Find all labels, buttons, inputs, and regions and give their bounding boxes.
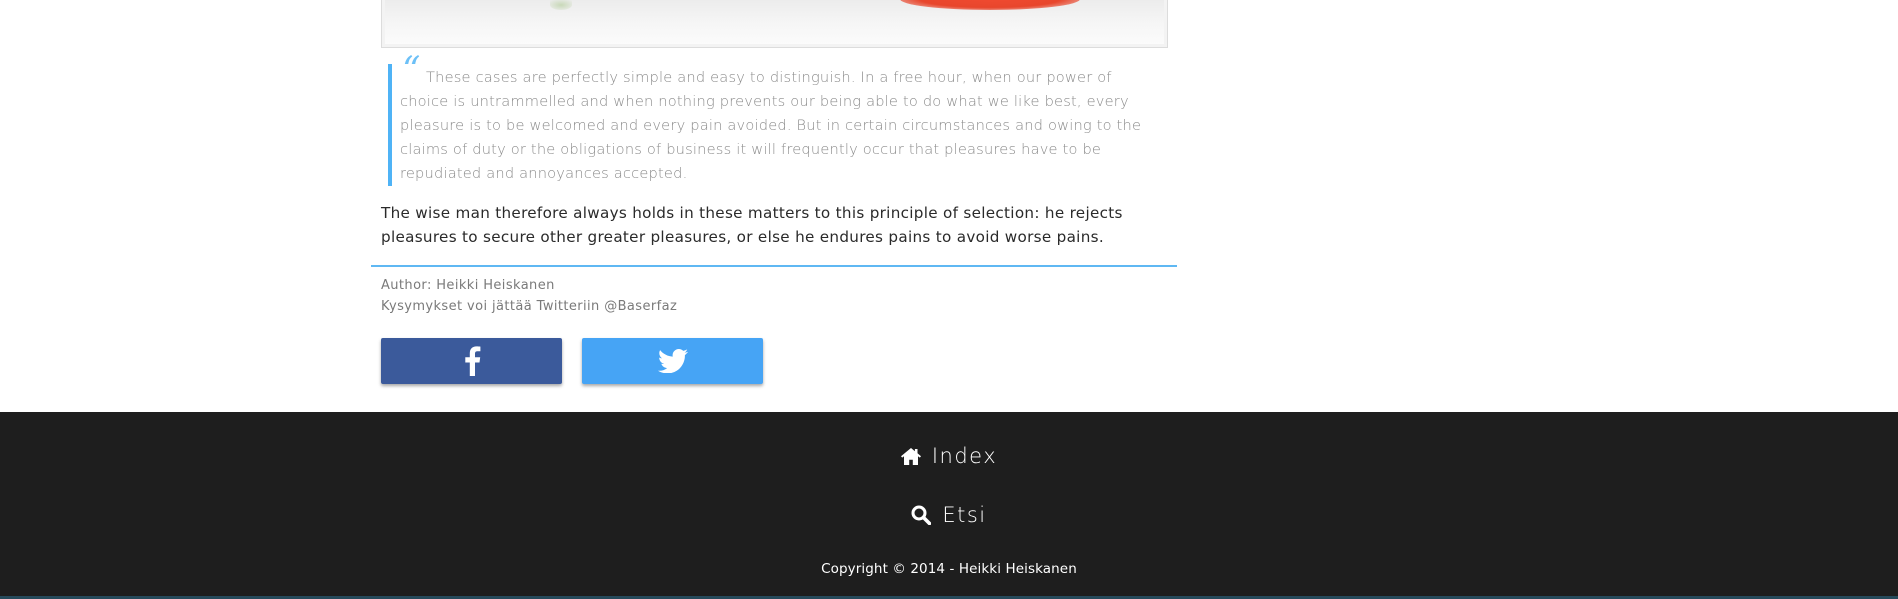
article: “ These cases are perfectly simple and e… xyxy=(371,0,1177,412)
footer-nav-index-label: Index xyxy=(931,444,998,468)
quote-text: These cases are perfectly simple and eas… xyxy=(400,69,1142,182)
facebook-share-button[interactable] xyxy=(381,338,562,384)
page: “ These cases are perfectly simple and e… xyxy=(0,0,1898,599)
image-detail-green xyxy=(550,0,572,10)
footer-nav-index[interactable]: Index xyxy=(0,439,1898,473)
blockquote: “ These cases are perfectly simple and e… xyxy=(388,53,1163,186)
image-detail-red xyxy=(900,0,1080,10)
footer-nav-search[interactable]: Etsi xyxy=(0,498,1898,532)
footer-nav-search-label: Etsi xyxy=(942,503,987,527)
home-icon xyxy=(900,447,921,465)
search-icon xyxy=(911,505,932,525)
divider xyxy=(371,265,1177,267)
twitter-icon xyxy=(657,349,688,373)
article-image xyxy=(381,0,1168,48)
footer: Index Etsi Copyright © 2014 - Heikki Hei… xyxy=(0,412,1898,599)
author-line: Author: Heikki Heiskanen xyxy=(381,278,555,293)
article-image-content xyxy=(385,0,1164,44)
facebook-icon xyxy=(463,346,481,376)
article-meta: Author: Heikki Heiskanen Kysymykset voi … xyxy=(381,275,677,317)
article-paragraph: The wise man therefore always holds in t… xyxy=(381,204,1123,246)
twitter-contact-line: Kysymykset voi jättää Twitteriin @Baserf… xyxy=(381,299,678,314)
quote-mark-icon: “ xyxy=(402,50,421,91)
twitter-share-button[interactable] xyxy=(582,338,763,384)
copyright: Copyright © 2014 - Heikki Heiskanen xyxy=(821,561,1077,577)
